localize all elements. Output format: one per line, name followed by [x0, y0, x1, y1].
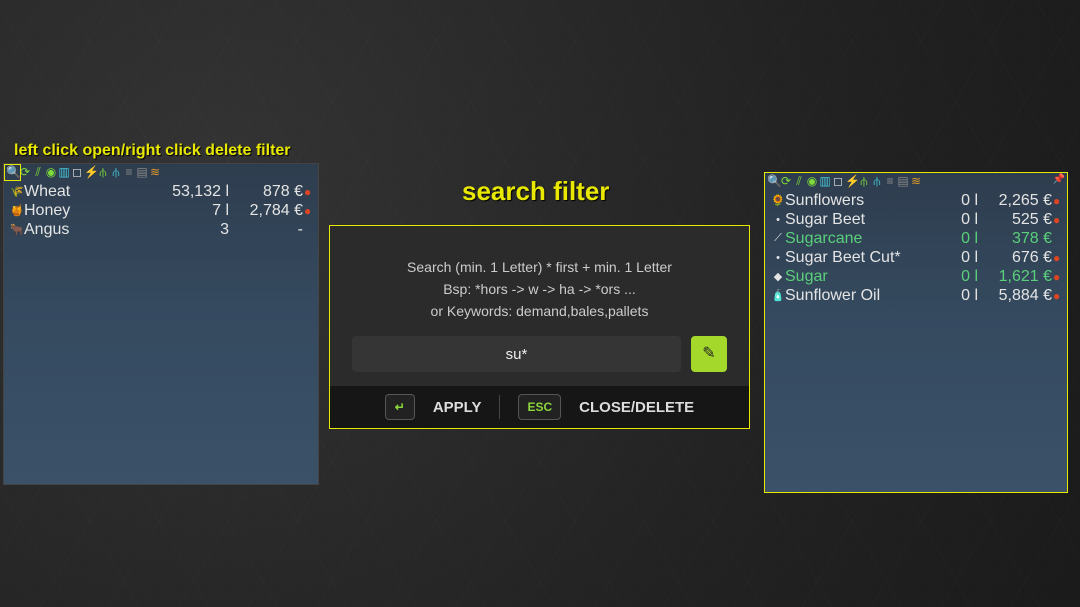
- item-name: Honey: [24, 202, 165, 220]
- storage-icon[interactable]: ≡: [123, 166, 135, 178]
- item-price: 2,265 €: [984, 192, 1052, 210]
- item-name: Wheat: [24, 183, 165, 201]
- trend-down-icon: ●: [1053, 289, 1061, 303]
- item-qty: 0 l: [914, 287, 984, 305]
- sliders-a-icon[interactable]: ⫛: [858, 175, 870, 187]
- item-qty: 53,132 l: [165, 183, 235, 201]
- dialog-title: search filter: [462, 176, 609, 207]
- flash-icon[interactable]: ⚡: [84, 166, 96, 178]
- pencil-icon: ✎: [702, 343, 715, 365]
- flash-icon[interactable]: ⚡: [845, 175, 857, 187]
- item-price: 2,784 €: [235, 202, 303, 220]
- toolbar: 🔍⟳⫽◉▥◻⚡⫛⫛≡▤≋: [4, 164, 318, 180]
- item-name: Sugar Beet: [785, 211, 914, 229]
- stack-icon[interactable]: ▥: [819, 175, 831, 187]
- item-icon: ⟋: [771, 232, 785, 245]
- item-icon: ◆: [771, 270, 785, 283]
- item-price: 5,884 €: [984, 287, 1052, 305]
- chart-icon[interactable]: ⫽: [793, 175, 805, 187]
- sliders-b-icon[interactable]: ⫛: [871, 175, 883, 187]
- search-icon[interactable]: 🔍: [767, 175, 779, 187]
- filter-icon[interactable]: ≋: [910, 175, 922, 187]
- trend-down-icon: ●: [1053, 251, 1061, 265]
- globe-icon[interactable]: ◉: [45, 166, 57, 178]
- item-name: Sugar: [785, 268, 914, 286]
- table-row[interactable]: 🐂Angus3-: [10, 220, 312, 239]
- dialog-help-2: Bsp: *hors -> w -> ha -> *ors ...: [352, 278, 727, 300]
- item-qty: 0 l: [914, 211, 984, 229]
- box-icon[interactable]: ◻: [832, 175, 844, 187]
- print-icon[interactable]: ▤: [136, 166, 148, 178]
- table-row[interactable]: •Sugar Beet Cut*0 l676 €●: [771, 248, 1061, 267]
- toolbar: 🔍⟳⫽◉▥◻⚡⫛⫛≡▤≋: [765, 173, 1067, 189]
- item-icon: 🌻: [771, 194, 785, 207]
- enter-key-icon: ↵: [385, 394, 415, 420]
- dialog-help-1: Search (min. 1 Letter) * first + min. 1 …: [352, 256, 727, 278]
- apply-button[interactable]: APPLY: [433, 399, 482, 416]
- table-row[interactable]: •Sugar Beet0 l525 €●: [771, 210, 1061, 229]
- item-qty: 7 l: [165, 202, 235, 220]
- table-row[interactable]: 🌾Wheat53,132 l878 €●: [10, 182, 312, 201]
- item-qty: 0 l: [914, 230, 984, 248]
- dialog-help-3: or Keywords: demand,bales,pallets: [352, 300, 727, 322]
- chart-icon[interactable]: ⫽: [32, 166, 44, 178]
- esc-key-icon: ESC: [518, 394, 561, 420]
- edit-button[interactable]: ✎: [691, 336, 727, 372]
- item-name: Sugar Beet Cut*: [785, 249, 914, 267]
- table-row[interactable]: 🌻Sunflowers0 l2,265 €●: [771, 191, 1061, 210]
- search-input[interactable]: [352, 336, 681, 372]
- item-icon: •: [771, 252, 785, 264]
- right-rows: 🌻Sunflowers0 l2,265 €●•Sugar Beet0 l525 …: [765, 189, 1067, 307]
- item-qty: 0 l: [914, 268, 984, 286]
- table-row[interactable]: 🧴Sunflower Oil0 l5,884 €●: [771, 286, 1061, 305]
- sliders-b-icon[interactable]: ⫛: [110, 166, 122, 178]
- trend-down-icon: ●: [304, 185, 312, 199]
- table-row[interactable]: ◆Sugar0 l1,621 €●: [771, 267, 1061, 286]
- trend-down-icon: ●: [304, 204, 312, 218]
- inventory-panel-right: 📌 🔍⟳⫽◉▥◻⚡⫛⫛≡▤≋ 🌻Sunflowers0 l2,265 €●•Su…: [764, 172, 1068, 493]
- hint-text: left click open/right click delete filte…: [14, 142, 291, 160]
- table-row[interactable]: ⟋Sugarcane0 l378 €: [771, 229, 1061, 248]
- trend-down-icon: ●: [1053, 213, 1061, 227]
- item-price: -: [235, 221, 303, 239]
- item-icon: •: [771, 214, 785, 226]
- item-name: Sunflower Oil: [785, 287, 914, 305]
- left-rows: 🌾Wheat53,132 l878 €●🍯Honey7 l2,784 €●🐂An…: [4, 180, 318, 241]
- pin-icon[interactable]: 📌: [1053, 174, 1065, 185]
- item-icon: 🌾: [10, 185, 24, 198]
- storage-icon[interactable]: ≡: [884, 175, 896, 187]
- globe-icon[interactable]: ◉: [806, 175, 818, 187]
- item-price: 525 €: [984, 211, 1052, 229]
- trend-down-icon: ●: [1053, 194, 1061, 208]
- print-icon[interactable]: ▤: [897, 175, 909, 187]
- item-price: 378 €: [984, 230, 1052, 248]
- item-name: Sugarcane: [785, 230, 914, 248]
- item-icon: 🧴: [771, 289, 785, 302]
- table-row[interactable]: 🍯Honey7 l2,784 €●: [10, 201, 312, 220]
- separator: [499, 395, 500, 419]
- item-price: 1,621 €: [984, 268, 1052, 286]
- filter-icon[interactable]: ≋: [149, 166, 161, 178]
- item-name: Sunflowers: [785, 192, 914, 210]
- close-delete-button[interactable]: CLOSE/DELETE: [579, 399, 694, 416]
- item-price: 676 €: [984, 249, 1052, 267]
- box-icon[interactable]: ◻: [71, 166, 83, 178]
- search-icon[interactable]: 🔍: [6, 166, 18, 178]
- item-qty: 3: [165, 221, 235, 239]
- search-filter-dialog: Search (min. 1 Letter) * first + min. 1 …: [329, 225, 750, 429]
- trend-down-icon: ●: [1053, 270, 1061, 284]
- stack-icon[interactable]: ▥: [58, 166, 70, 178]
- item-icon: 🐂: [10, 223, 24, 236]
- item-name: Angus: [24, 221, 165, 239]
- item-qty: 0 l: [914, 192, 984, 210]
- dialog-footer: ↵ APPLY ESC CLOSE/DELETE: [330, 386, 749, 428]
- sliders-a-icon[interactable]: ⫛: [97, 166, 109, 178]
- item-price: 878 €: [235, 183, 303, 201]
- item-qty: 0 l: [914, 249, 984, 267]
- item-icon: 🍯: [10, 204, 24, 217]
- inventory-panel-left: 🔍⟳⫽◉▥◻⚡⫛⫛≡▤≋ 🌾Wheat53,132 l878 €●🍯Honey7…: [3, 163, 319, 485]
